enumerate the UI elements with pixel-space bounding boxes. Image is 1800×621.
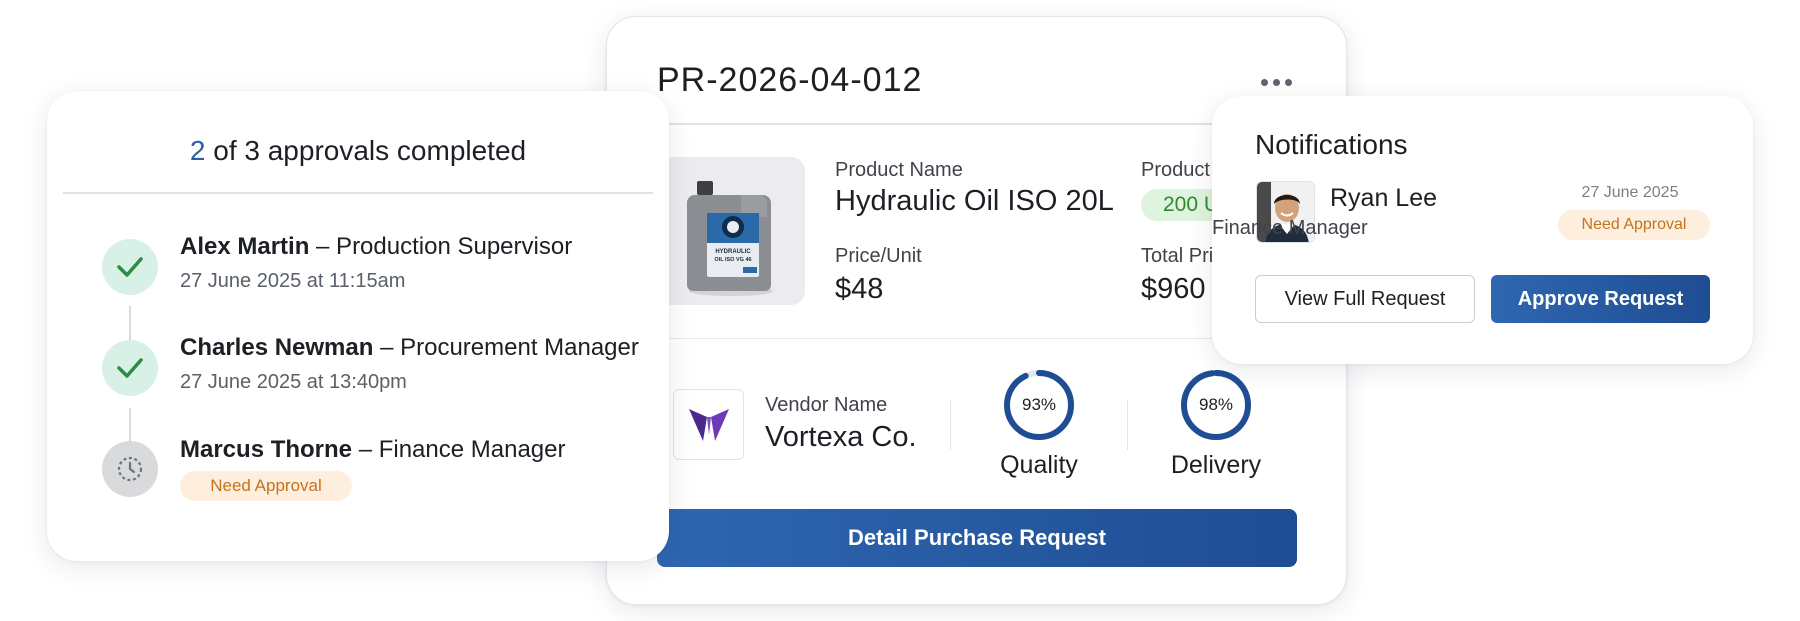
need-approval-badge: Need Approval xyxy=(1558,210,1710,240)
pending-clock-icon xyxy=(102,441,158,497)
view-full-request-button[interactable]: View Full Request xyxy=(1255,275,1475,323)
approvals-title: 2 of 3 approvals completed xyxy=(47,135,669,167)
price-value: $48 xyxy=(835,273,884,305)
approver-2: Charles Newman – Procurement Manager xyxy=(180,334,639,362)
notification-date: 27 June 2025 xyxy=(1581,184,1679,201)
approved-check-icon xyxy=(102,239,158,295)
notifications-title: Notifications xyxy=(1255,129,1408,160)
quality-percent: 93% xyxy=(1021,395,1057,414)
delivery-percent: 98% xyxy=(1198,395,1234,414)
quality-ring: 93% xyxy=(1003,369,1075,441)
product-name-label: Product Name xyxy=(835,159,963,181)
quality-label: Quality xyxy=(1000,451,1078,479)
product-label-line1: HYDRAULIC xyxy=(715,249,751,255)
need-approval-badge: Need Approval xyxy=(180,471,352,501)
vendor-name: Vortexa Co. xyxy=(765,421,917,453)
delivery-label: Delivery xyxy=(1170,451,1262,479)
total-value: $960 xyxy=(1141,273,1206,305)
approver-2-time: 27 June 2025 at 13:40pm xyxy=(180,371,407,393)
vendor-logo xyxy=(673,389,744,460)
product-label-line2: OIL ISO VG 46 xyxy=(714,257,751,263)
vendor-name-label: Vendor Name xyxy=(765,394,888,416)
total-label: Total Pric xyxy=(1141,245,1218,267)
approvals-card: 2 of 3 approvals completed Alex Martin –… xyxy=(47,91,669,561)
metric-separator xyxy=(950,400,951,450)
notifications-card: Notifications Ryan Lee Finance Manager 2… xyxy=(1212,96,1753,364)
price-label: Price/Unit xyxy=(835,245,922,267)
more-options-icon[interactable] xyxy=(1259,75,1293,89)
approver-1-role: – Production Supervisor xyxy=(309,233,573,260)
approved-check-icon xyxy=(102,340,158,396)
product-qty-label: Product I xyxy=(1141,159,1218,181)
approvals-completed-count: 2 xyxy=(189,135,206,166)
approver-1-time: 27 June 2025 at 11:15am xyxy=(180,270,406,292)
header-divider xyxy=(657,123,1296,125)
section-divider xyxy=(657,338,1296,339)
metric-separator xyxy=(1127,400,1128,450)
clipped-badge: 200 Ur xyxy=(1141,189,1218,223)
approver-1: Alex Martin – Production Supervisor xyxy=(180,233,572,261)
clipped-column: Product I Total Pric $960 xyxy=(1141,157,1218,317)
purchase-request-id: PR-2026-04-012 xyxy=(657,61,923,99)
approvals-divider xyxy=(63,192,653,194)
notification-sender-name: Ryan Lee xyxy=(1330,184,1438,212)
approve-request-button[interactable]: Approve Request xyxy=(1491,275,1710,323)
detail-purchase-request-button[interactable]: Detail Purchase Request xyxy=(657,509,1297,567)
product-name: Hydraulic Oil ISO 20L xyxy=(835,185,1114,217)
approver-2-name: Charles Newman xyxy=(180,334,374,361)
approver-3: Marcus Thorne – Finance Manager xyxy=(180,436,566,464)
approver-1-name: Alex Martin xyxy=(180,233,310,260)
approver-2-role: – Procurement Manager xyxy=(373,334,639,361)
approver-3-role: – Finance Manager xyxy=(352,436,566,463)
approvals-title-text: of 3 approvals completed xyxy=(205,135,527,166)
notification-sender-role: Finance Manager xyxy=(1212,217,1368,239)
approver-3-name: Marcus Thorne xyxy=(180,436,353,463)
delivery-ring: 98% xyxy=(1180,369,1252,441)
product-image: HYDRAULIC OIL ISO VG 46 xyxy=(657,157,805,305)
units-badge: 200 Ur xyxy=(1141,189,1218,221)
